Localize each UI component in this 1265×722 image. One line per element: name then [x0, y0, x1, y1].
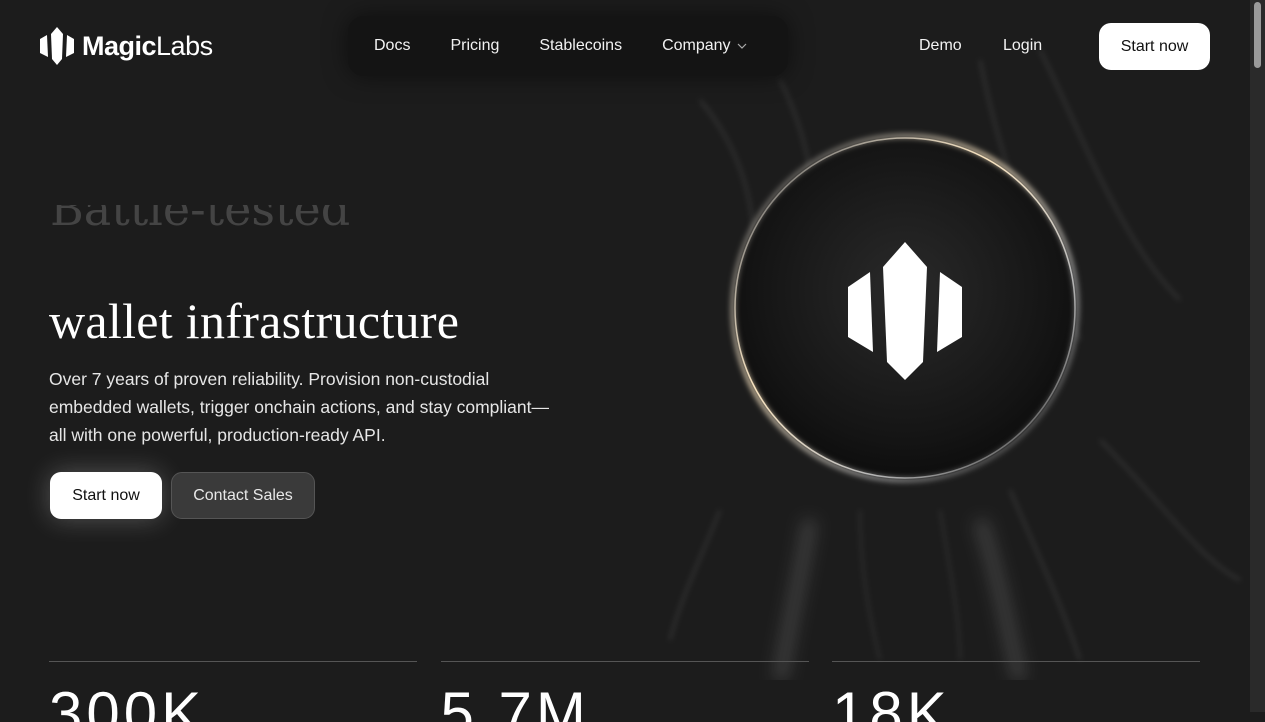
stat-item: 18K: [832, 661, 1200, 722]
scrollbar-thumb[interactable]: [1254, 2, 1261, 68]
nav-item-company[interactable]: Company: [642, 37, 766, 55]
nav-item-docs[interactable]: Docs: [348, 37, 430, 55]
nav-item-pricing[interactable]: Pricing: [430, 37, 519, 55]
chevron-down-icon: [737, 43, 746, 49]
hero-title: wallet infrastructure: [49, 293, 460, 349]
nav-item-company-label: Company: [662, 37, 731, 54]
magic-emblem-icon: [848, 242, 962, 380]
demo-link[interactable]: Demo: [919, 37, 962, 55]
stat-item: 5.7M: [440, 661, 809, 722]
hero-orb-graphic: [669, 49, 1241, 680]
header-start-now-button[interactable]: Start now: [1099, 23, 1210, 70]
stats-row: 300K 5.7M 18K: [49, 661, 1200, 722]
main-nav: Docs Pricing Stablecoins Company: [348, 16, 788, 76]
rotating-heading: Battle-tested: [50, 205, 351, 232]
login-link[interactable]: Login: [1003, 37, 1042, 55]
scrollbar[interactable]: [1250, 0, 1265, 712]
stat-value: 5.7M: [440, 680, 590, 722]
stat-value: 300K: [49, 680, 206, 722]
stat-item: 300K: [49, 661, 417, 722]
brand-logo[interactable]: MagicLabs: [40, 27, 213, 65]
hero-start-now-button[interactable]: Start now: [50, 472, 162, 519]
hero-description: Over 7 years of proven reliability. Prov…: [49, 369, 549, 445]
contact-sales-button[interactable]: Contact Sales: [171, 472, 315, 519]
nav-item-stablecoins[interactable]: Stablecoins: [519, 37, 642, 55]
magic-logo-icon: [40, 27, 74, 65]
brand-name: MagicLabs: [82, 30, 213, 61]
stat-value: 18K: [832, 680, 951, 722]
